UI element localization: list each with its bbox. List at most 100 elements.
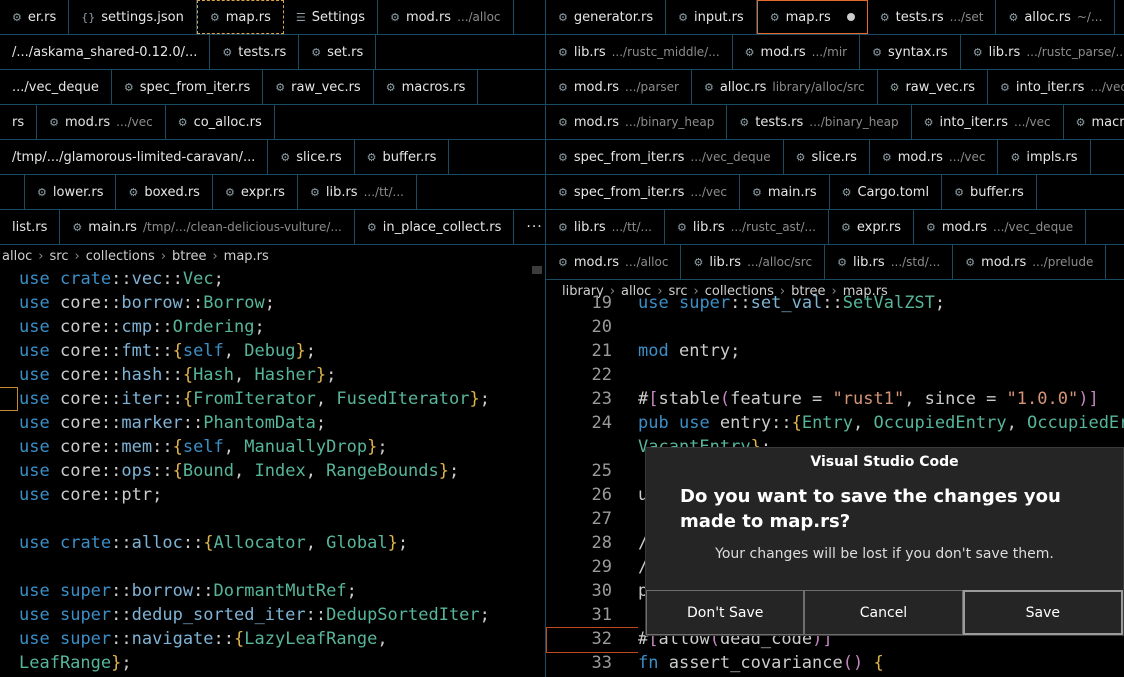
editor-tab[interactable]: ⚙ macros.rs (374, 70, 479, 104)
cancel-button[interactable]: Cancel (804, 590, 963, 635)
code-line[interactable]: LeafRange}; (19, 651, 490, 675)
code-line[interactable]: use core::fmt::{self, Debug}; (19, 339, 490, 363)
editor-tab[interactable]: ⚙ tests.rs .../set (868, 0, 997, 34)
code-line[interactable]: use core::iter::{FromIterator, FusedIter… (19, 387, 490, 411)
editor-tab[interactable]: ⚙ mod.rs .../alloc (546, 245, 682, 279)
breadcrumb-item[interactable]: src (50, 249, 69, 264)
editor-tab[interactable]: ⚙ generator.rs (546, 0, 667, 34)
editor-tab[interactable]: ⚙ lower.rs (25, 175, 117, 209)
editor-tab[interactable]: .../vec_deque (0, 70, 112, 104)
editor-tab[interactable]: ⚙ map.rs (756, 0, 868, 34)
editor-tab[interactable]: ⚙ impls.rs (998, 140, 1091, 174)
editor-tab[interactable]: ⚙ lib.rs .../rustc_parse/... (961, 35, 1124, 69)
editor-tab[interactable]: ⚙ alloc.rs library/alloc/src (692, 70, 878, 104)
code-line[interactable]: pub use entry::{Entry, OccupiedEntry, Oc… (638, 411, 1124, 435)
editor-tab[interactable]: ⚙ lib.rs .../alloc/src (681, 245, 826, 279)
editor-tab[interactable]: ⚙ mod.rs .../vec (37, 105, 166, 139)
editor-tab[interactable]: rs (0, 105, 38, 139)
editor-tab[interactable]: ⚙ raw_vec.rs (878, 70, 988, 104)
editor-tab[interactable]: ⚙ co_alloc.rs (166, 105, 275, 139)
editor-tab[interactable]: list.rs (0, 210, 61, 244)
editor-tab[interactable]: ⚙ in_place_collect.rs (355, 210, 515, 244)
code-line[interactable]: use core::marker::PhantomData; (19, 411, 490, 435)
editor-tab[interactable]: ⚙ tests.rs (210, 35, 300, 69)
editor-tab[interactable]: ⚙ mod.rs .../binary_heap (546, 105, 728, 139)
code-line[interactable]: use super::navigate::{LazyLeafRange, (19, 627, 490, 651)
code-line[interactable] (638, 363, 648, 387)
code-line[interactable]: use core::mem::{self, ManuallyDrop}; (19, 435, 490, 459)
rust-icon: ⚙ (12, 10, 22, 24)
tab-label: boxed.rs (144, 184, 200, 200)
editor-tab[interactable]: ⚙ spec_from_iter.rs .../vec_deque (546, 140, 784, 174)
editor-tab[interactable]: ⚙ alloc.rs ~/... (996, 0, 1116, 34)
dont-save-button[interactable]: Don't Save (646, 590, 805, 635)
editor-tab[interactable]: ⚙ into_iter.rs .../vec_... (988, 70, 1124, 104)
editor-tab[interactable]: ⚙ spec_from_iter.rs (112, 70, 264, 104)
breadcrumb-item[interactable]: map.rs (224, 249, 269, 264)
editor-tab[interactable]: ⚙ tests.rs .../binary_heap (727, 105, 912, 139)
editor-tab[interactable]: ⚙ slice.rs (268, 140, 355, 174)
left-tab-row: ⚙ er.rs {} settings.json ⚙ map.rs ☰ Settings ⚙ mo… (0, 0, 545, 35)
editor-tab[interactable]: ⚙ input.rs (666, 0, 757, 34)
editor-tab[interactable]: ⚙ expr.rs (829, 210, 914, 244)
editor-tab[interactable]: ⚙ set.rs (299, 35, 377, 69)
editor-tab[interactable]: ⚙ map.rs (196, 0, 284, 34)
code-line[interactable]: mod entry; (638, 339, 740, 363)
code-line[interactable]: fn assert_covariance() { (638, 651, 884, 675)
editor-tab[interactable]: /tmp/.../glamorous-limited-caravan/... (0, 140, 269, 174)
editor-tab[interactable]: ⚙ mod.rs .../parser (546, 70, 692, 104)
editor-tab[interactable] (0, 175, 25, 209)
code-line[interactable]: use core::hash::{Hash, Hasher}; (19, 363, 490, 387)
code-line[interactable]: use core::borrow::Borrow; (19, 291, 490, 315)
editor-tab[interactable]: ⚙ lib.rs .../tt/... (298, 175, 417, 209)
breadcrumb-item[interactable]: alloc (2, 249, 32, 264)
editor-tab[interactable]: ⚙ slice.rs (784, 140, 870, 174)
editor-tab[interactable]: ⚙ syntax.rs (860, 35, 961, 69)
editor-tab[interactable]: ⚙ boxed.rs (116, 175, 213, 209)
code-line[interactable]: use core::ptr; (19, 483, 490, 507)
editor-tab[interactable]: ⚙ mod.rs .../mir (733, 35, 861, 69)
code-line[interactable]: use super::set_val::SetValZST; (638, 291, 945, 315)
editor-splitter[interactable] (545, 0, 546, 677)
code-line[interactable]: use crate::vec::Vec; (19, 267, 490, 291)
editor-tab[interactable]: ⚙ buffer.rs (942, 175, 1037, 209)
editor-tab[interactable]: ⚙ main.rs/tmp/.../clean-delicious-vulture… (60, 210, 355, 244)
left-editor-code[interactable]: use crate::vec::Vec; use core::borrow::Bo… (19, 267, 490, 675)
editor-tab[interactable]: {} settings.json (69, 0, 197, 34)
editor-tab[interactable]: ⚙ into_iter.rs .../vec (912, 105, 1064, 139)
code-line[interactable]: use crate::alloc::{Allocator, Global}; (19, 531, 490, 555)
editor-tab[interactable]: ⚙ buffer.rs (355, 140, 450, 174)
code-line[interactable]: use super::borrow::DormantMutRef; (19, 579, 490, 603)
editor-tab[interactable]: ⚙ lib.rs .../rustc_middle/... (546, 35, 733, 69)
code-line[interactable] (19, 507, 490, 531)
code-line[interactable] (19, 555, 490, 579)
editor-tab[interactable]: ⚙ expr.rs (213, 175, 298, 209)
editor-tab[interactable]: ⚙ mod.rs .../alloc (378, 0, 514, 34)
editor-tab[interactable]: ⚙ main.rs (740, 175, 830, 209)
rust-icon: ⚙ (309, 185, 320, 199)
editor-tab[interactable]: ☰ Settings (284, 0, 379, 34)
scrollbar-thumb[interactable] (532, 266, 542, 274)
code-line[interactable]: #[stable(feature = "rust1", since = "1.0… (638, 387, 1099, 411)
editor-tab[interactable]: ⚙ spec_from_iter.rs .../vec (546, 175, 740, 209)
code-line[interactable]: use core::ops::{Bound, Index, RangeBound… (19, 459, 490, 483)
editor-tab[interactable]: /.../askama_shared-0.12.0/... (0, 35, 211, 69)
editor-tab[interactable]: ⚙ lib.rs .../rustc_ast/... (665, 210, 829, 244)
unsaved-dot-icon[interactable] (846, 13, 855, 21)
code-line[interactable]: use super::dedup_sorted_iter::DedupSorte… (19, 603, 490, 627)
editor-tab[interactable]: ⚙ macros.rs (1064, 105, 1124, 139)
more-tabs-button[interactable]: ··· (514, 210, 545, 244)
editor-tab[interactable]: ⚙ Cargo.toml (830, 175, 943, 209)
save-button[interactable]: Save (962, 590, 1123, 635)
code-line[interactable]: use core::cmp::Ordering; (19, 315, 490, 339)
editor-tab[interactable]: ⚙ lib.rs .../std/... (825, 245, 954, 279)
code-line[interactable] (638, 315, 648, 339)
breadcrumb-item[interactable]: collections (86, 249, 155, 264)
editor-tab[interactable]: ⚙ lib.rs .../tt/... (546, 210, 665, 244)
editor-tab[interactable]: ⚙ mod.rs .../prelude (953, 245, 1107, 279)
editor-tab[interactable]: ⚙ mod.rs .../vec (870, 140, 999, 174)
breadcrumb-item[interactable]: btree (172, 249, 206, 264)
editor-tab[interactable]: ⚙ mod.rs .../vec_deque (914, 210, 1087, 244)
editor-tab[interactable]: ⚙ er.rs (0, 0, 70, 34)
editor-tab[interactable]: ⚙ raw_vec.rs (263, 70, 374, 104)
